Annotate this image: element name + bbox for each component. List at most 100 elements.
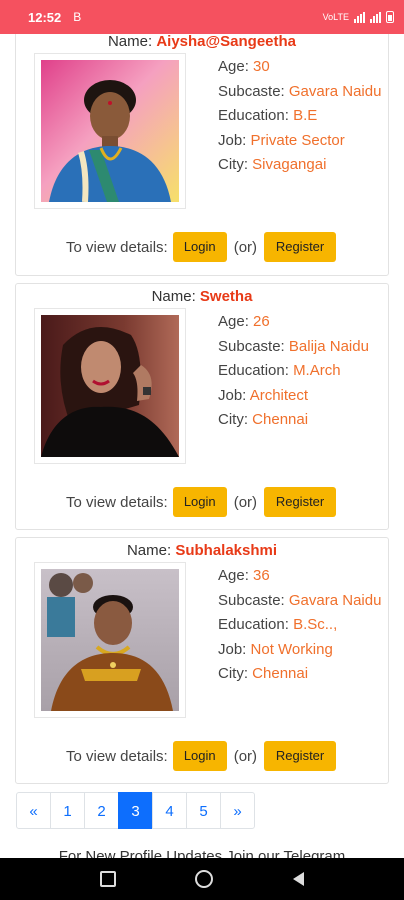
city-row: City: Chennai	[218, 662, 388, 687]
profile-photo-woman-brown-saree-icon	[41, 569, 179, 711]
name-label: Name:	[107, 34, 153, 50]
profile-name: Swetha	[199, 288, 253, 305]
age-value: 30	[253, 58, 270, 75]
page-5[interactable]: 5	[186, 792, 221, 829]
name-label: Name:	[126, 542, 172, 559]
profile-card: Name: Subhalakshmi Age: 36 Subcaste: Gav…	[15, 537, 389, 784]
or-label: (or)	[233, 747, 258, 765]
or-label: (or)	[233, 238, 258, 256]
register-button[interactable]: Register	[264, 487, 337, 517]
pagination: « 1 2 3 4 5 »	[16, 792, 255, 829]
profile-photo-woman-dark-top-icon	[41, 315, 179, 457]
city-value: Chennai	[252, 665, 309, 682]
page-content: Name: Aiysha@Sangeetha Age: 30 Subcaste:…	[0, 34, 404, 858]
page-1[interactable]: 1	[50, 792, 85, 829]
subcaste-value: Balija Naidu	[288, 337, 369, 355]
city-value: Sivagangai	[252, 156, 327, 173]
job-value: Architect	[249, 386, 309, 404]
page-4[interactable]: 4	[152, 792, 187, 829]
age-row: Age: 36	[218, 564, 388, 589]
profile-name-row: Name: Swetha	[16, 288, 388, 305]
volte-icon: VoLTE	[322, 12, 349, 22]
profile-info: Age: 30 Subcaste: Gavara Naidu Education…	[218, 55, 388, 178]
subcaste-label: Subcaste:	[218, 82, 285, 100]
city-row: City: Sivagangai	[218, 153, 388, 178]
profile-card: Name: Aiysha@Sangeetha Age: 30 Subcaste:…	[15, 34, 389, 276]
profile-name: Aiysha@Sangeetha	[156, 34, 297, 50]
profile-photo	[41, 569, 179, 711]
signal-icon	[354, 11, 365, 23]
education-label: Education:	[218, 616, 289, 633]
subcaste-row: Subcaste: Balija Naidu	[218, 335, 388, 360]
subcaste-value: Gavara Naidu	[288, 591, 382, 609]
age-label: Age:	[218, 58, 249, 75]
education-value: B.Sc..,	[293, 616, 338, 633]
home-icon[interactable]	[195, 870, 214, 888]
education-label: Education:	[218, 107, 289, 124]
profile-name-row: Name: Subhalakshmi	[16, 542, 388, 559]
profile-photo	[41, 60, 179, 202]
profile-photo-frame	[34, 53, 186, 209]
profile-photo	[41, 315, 179, 457]
age-row: Age: 30	[218, 55, 388, 80]
register-button[interactable]: Register	[264, 232, 337, 262]
age-label: Age:	[218, 567, 249, 584]
job-label: Job:	[218, 386, 247, 404]
subcaste-row: Subcaste: Gavara Naidu	[218, 589, 388, 614]
city-value: Chennai	[252, 411, 309, 428]
page-2[interactable]: 2	[84, 792, 119, 829]
page-3-active[interactable]: 3	[118, 792, 153, 829]
education-row: Education: M.Arch	[218, 359, 388, 384]
age-row: Age: 26	[218, 310, 388, 335]
profile-photo-frame	[34, 308, 186, 464]
status-icons: VoLTE	[323, 11, 394, 23]
profile-photo-frame	[34, 562, 186, 718]
job-label: Job:	[218, 640, 247, 658]
subcaste-label: Subcaste:	[218, 337, 285, 355]
view-details-label: To view details:	[66, 238, 168, 256]
job-row: Job: Architect	[218, 384, 388, 409]
recents-icon[interactable]	[99, 871, 116, 887]
city-label: City:	[218, 156, 248, 173]
job-label: Job:	[218, 131, 247, 149]
age-value: 26	[253, 313, 270, 330]
back-icon[interactable]	[293, 872, 305, 886]
age-label: Age:	[218, 313, 249, 330]
subcaste-row: Subcaste: Gavara Naidu	[218, 80, 388, 105]
age-value: 36	[253, 567, 270, 584]
profile-photo-woman-blue-saree-icon	[41, 60, 179, 202]
notification-indicator: B	[73, 10, 82, 24]
job-row: Job: Private Sector	[218, 129, 388, 154]
telegram-join-text: For New Profile Updates Join our Telegra…	[58, 848, 346, 858]
register-button[interactable]: Register	[264, 741, 337, 771]
login-button[interactable]: Login	[172, 232, 227, 262]
status-bar: 12:52 B VoLTE	[0, 0, 404, 34]
job-value: Not Working	[250, 640, 333, 658]
view-details-label: To view details:	[66, 747, 168, 765]
city-row: City: Chennai	[218, 408, 388, 433]
view-details-row: To view details: Login (or) Register	[66, 740, 337, 772]
profile-card: Name: Swetha Age: 26 Subcaste: Balija Na…	[15, 283, 389, 530]
education-value: M.Arch	[293, 362, 341, 379]
view-details-row: To view details: Login (or) Register	[66, 486, 337, 518]
view-details-label: To view details:	[66, 493, 168, 511]
signal-icon	[370, 11, 381, 23]
job-value: Private Sector	[250, 131, 345, 149]
or-label: (or)	[233, 493, 258, 511]
name-label: Name:	[151, 288, 196, 305]
subcaste-value: Gavara Naidu	[288, 82, 382, 100]
job-row: Job: Not Working	[218, 638, 388, 663]
subcaste-label: Subcaste:	[218, 591, 285, 609]
city-label: City:	[218, 665, 248, 682]
view-details-row: To view details: Login (or) Register	[66, 231, 337, 263]
education-row: Education: B.E	[218, 104, 388, 129]
page-next[interactable]: »	[220, 792, 255, 829]
status-time: 12:52	[28, 9, 62, 25]
profile-name: Subhalakshmi	[175, 542, 278, 559]
education-value: B.E	[293, 107, 318, 124]
education-label: Education:	[218, 362, 289, 379]
system-nav-bar	[0, 858, 404, 900]
login-button[interactable]: Login	[172, 487, 227, 517]
page-prev[interactable]: «	[16, 792, 51, 829]
login-button[interactable]: Login	[172, 741, 227, 771]
